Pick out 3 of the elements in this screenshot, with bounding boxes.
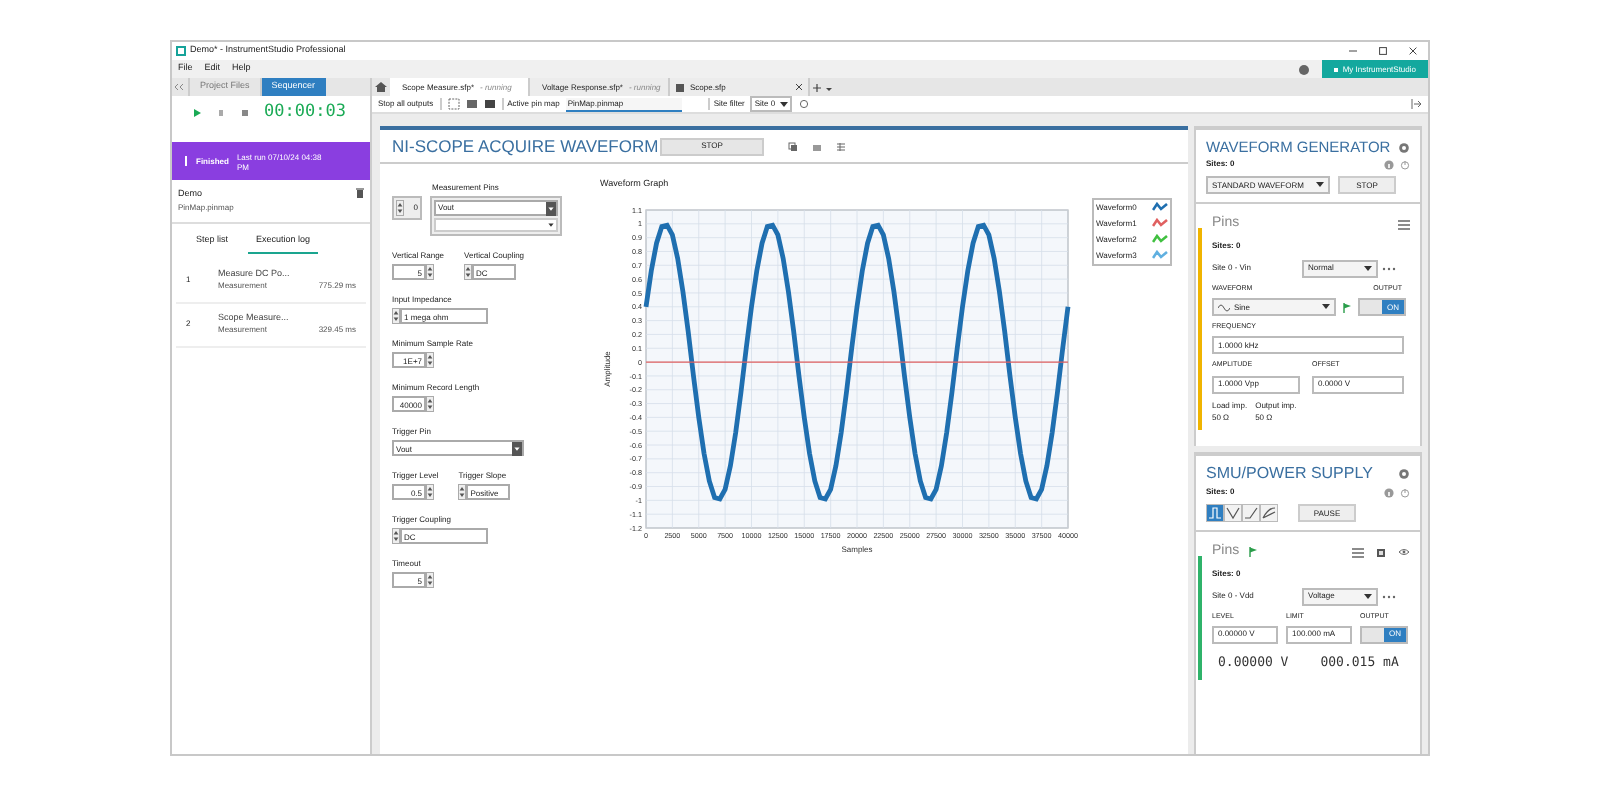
panel-title: SMU/POWER SUPPLY	[1206, 462, 1373, 486]
panel-title: NI-SCOPE ACQUIRE WAVEFORM	[392, 133, 652, 159]
elapsed-timer: 00:00:03	[264, 100, 346, 126]
